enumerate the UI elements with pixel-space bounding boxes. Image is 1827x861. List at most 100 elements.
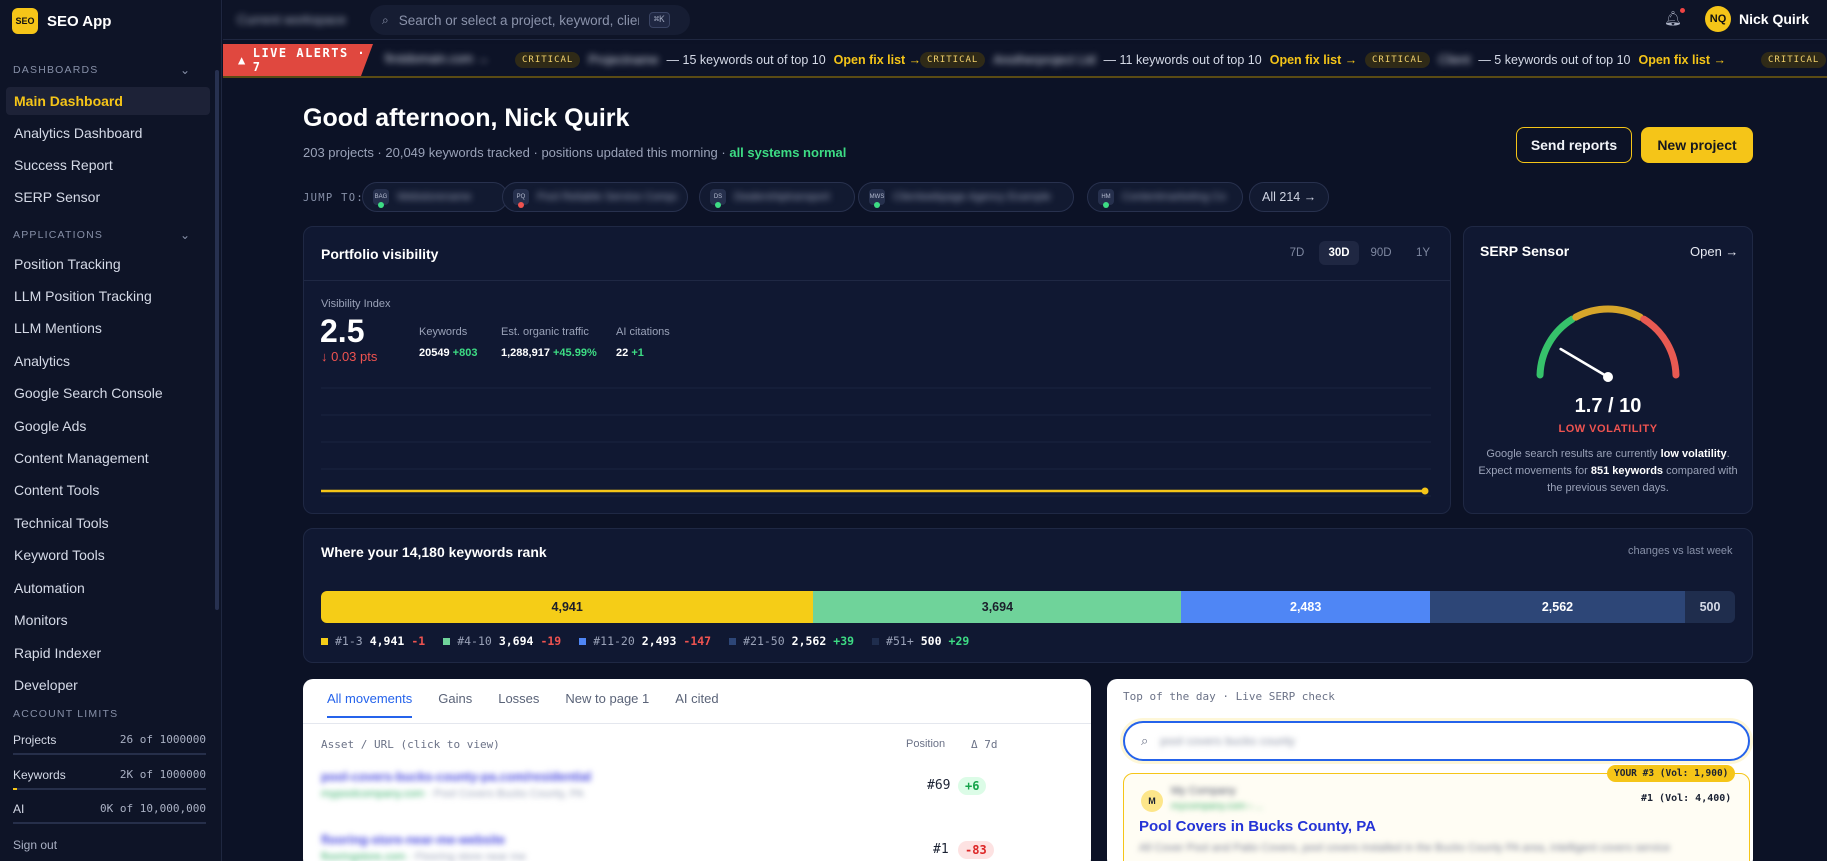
rank-segment-2[interactable]: 3,694 — [813, 591, 1182, 623]
metric-value: 1,288,917 +45.99% — [501, 347, 597, 359]
global-search[interactable]: ⌕ ⌘K — [370, 5, 690, 35]
sidebar-item-content-tools[interactable]: Content Tools — [6, 476, 210, 504]
column-position: Position — [906, 738, 946, 750]
metric-organic-traffic: Est. organic traffic 1,288,917 +45.99% — [501, 326, 597, 359]
serp-check-header: Top of the day · Live SERP check — [1123, 690, 1335, 703]
critical-badge: CRITICAL — [1365, 52, 1431, 68]
sidebar-item-rapid-indexer[interactable]: Rapid Indexer — [6, 639, 210, 667]
range-90d[interactable]: 90D — [1361, 241, 1401, 265]
alert-site: firstdomain.com → — [385, 52, 490, 66]
sidebar-item-llm-mentions[interactable]: LLM Mentions — [6, 314, 210, 342]
user-name[interactable]: Nick Quirk — [1739, 11, 1809, 27]
open-fix-list-link[interactable]: Open fix list → — [834, 53, 922, 67]
jump-all-button[interactable]: All 214 → — [1249, 182, 1330, 212]
sidebar-item-success-report[interactable]: Success Report — [6, 151, 210, 179]
gauge-pivot — [1603, 372, 1613, 382]
alert-item[interactable]: CRITICAL — [1761, 52, 1827, 68]
sidebar-item-serp-sensor[interactable]: SERP Sensor — [6, 183, 210, 211]
jump-chip[interactable]: MWS Clientwebpage Agency Example — [858, 182, 1074, 212]
chip-label: Clientwebpage Agency Example — [893, 191, 1051, 203]
sidebar-item-position-tracking[interactable]: Position Tracking — [6, 250, 210, 278]
chip-label: Pool Reliable Service Company — [537, 191, 677, 203]
sidebar-item-automation[interactable]: Automation — [6, 574, 210, 602]
legend-swatch — [443, 637, 451, 645]
sidebar-item-technical-tools[interactable]: Technical Tools — [6, 509, 210, 537]
sidebar-scrollbar[interactable] — [215, 70, 219, 610]
alert-item[interactable]: CRITICAL Anotherproject Ltd — 11 keyword… — [920, 52, 1357, 68]
tab-new-to-page-1[interactable]: New to page 1 — [565, 691, 649, 718]
keyword-text: Pool Covers Bucks County, PA — [433, 788, 584, 800]
rank-segment-4[interactable]: 2,562 — [1429, 591, 1686, 623]
domain-text: mypoolcompany.com — [321, 788, 425, 800]
sign-out-link[interactable]: Sign out — [13, 838, 57, 852]
sidebar-item-analytics-dashboard[interactable]: Analytics Dashboard — [6, 119, 210, 147]
range-1y[interactable]: 1Y — [1403, 241, 1443, 265]
sidebar-item-keyword-tools[interactable]: Keyword Tools — [6, 541, 210, 569]
open-fix-list-link[interactable]: Open fix list → — [1270, 53, 1358, 67]
brand[interactable]: SEO SEO App — [12, 8, 111, 34]
sidebar-item-monitors[interactable]: Monitors — [6, 606, 210, 634]
sidebar-item-llm-position-tracking[interactable]: LLM Position Tracking — [6, 282, 210, 310]
jump-chip[interactable]: DS Dealershiptransport — [699, 182, 855, 212]
bell-icon[interactable]: 🔔︎ — [1664, 10, 1682, 27]
tab-gains[interactable]: Gains — [438, 691, 472, 718]
legend-swatch — [729, 637, 737, 645]
tab-all-movements[interactable]: All movements — [327, 691, 413, 718]
alert-site: Anotherproject Ltd — [993, 53, 1096, 67]
movement-url[interactable]: flooring-store-near-me-website — [321, 833, 505, 847]
alert-site: Client — [1438, 53, 1471, 67]
sidebar-item-google-ads[interactable]: Google Ads — [6, 412, 210, 440]
domain-text: flooringstore.com — [321, 851, 406, 861]
sidebar-item-main-dashboard[interactable]: Main Dashboard — [6, 87, 210, 115]
alert-item[interactable]: CRITICAL Projectname — 15 keywords out o… — [515, 52, 921, 68]
legend-delta: -19 — [540, 634, 562, 648]
range-30d[interactable]: 30D — [1319, 241, 1359, 265]
your-rank-badge: YOUR #3 (Vol: 1,900) — [1607, 765, 1736, 782]
rank-segment-1[interactable]: 4,941 — [321, 591, 814, 623]
limit-label: Keywords — [13, 768, 66, 782]
result-title[interactable]: Pool Covers in Bucks County, PA — [1139, 818, 1376, 835]
alert-item[interactable]: CRITICAL Client — 5 keywords out of top … — [1365, 52, 1726, 68]
movement-position: #69 — [927, 778, 951, 793]
desc-low: low volatility — [1660, 448, 1727, 460]
chevron-down-icon[interactable]: ⌄ — [180, 63, 190, 77]
legend-delta: +29 — [948, 634, 970, 648]
legend-value: 2,562 — [791, 634, 827, 648]
jump-chip[interactable]: HM Contentmarketing Co — [1087, 182, 1243, 212]
sidebar-item-analytics[interactable]: Analytics — [6, 347, 210, 375]
range-selector: 7D 30D 90D 1Y — [1277, 241, 1443, 265]
project-icon: DS — [710, 189, 726, 208]
avatar[interactable]: NQ — [1705, 6, 1731, 32]
project-icon-text: PQ — [516, 194, 526, 200]
movement-url[interactable]: pool-covers-bucks-county-pa.com/resident… — [321, 770, 591, 784]
tab-losses[interactable]: Losses — [498, 691, 539, 718]
project-icon: BAG — [373, 189, 389, 208]
range-7d[interactable]: 7D — [1277, 241, 1317, 265]
chevron-down-icon[interactable]: ⌄ — [180, 228, 190, 242]
metric-label: AI citations — [616, 326, 670, 338]
series-end-point[interactable] — [1421, 487, 1429, 495]
sidebar-item-developer[interactable]: Developer — [6, 671, 210, 699]
live-alerts-ticker: ▲ LIVE ALERTS · 7 firstdomain.com → CRIT… — [223, 44, 1827, 78]
subline-text: 203 projects · 20,049 keywords tracked ·… — [303, 145, 730, 160]
status-dot — [1103, 202, 1109, 208]
sidebar-item-content-management[interactable]: Content Management — [6, 444, 210, 472]
tab-ai-cited[interactable]: AI cited — [675, 691, 718, 718]
jump-chip[interactable]: PQ Pool Reliable Service Company — [502, 182, 688, 212]
search-icon: ⌕ — [1141, 733, 1149, 748]
limit-value: 26 of 1000000 — [119, 733, 206, 746]
jump-chip[interactable]: BAG Webstorename — [362, 182, 508, 212]
serp-search-box[interactable]: ⌕ pool covers bucks county — [1123, 721, 1750, 761]
rank-segment-3[interactable]: 2,483 — [1181, 591, 1430, 623]
workspace-switcher[interactable]: Current workspace — [237, 12, 346, 27]
open-fix-list-link[interactable]: Open fix list → — [1639, 53, 1727, 67]
send-reports-button[interactable]: Send reports — [1516, 127, 1632, 163]
alert-lead[interactable]: firstdomain.com → — [385, 52, 489, 66]
metric-delta: +45.99% — [553, 347, 597, 359]
serp-sensor-open-link[interactable]: Open → — [1690, 244, 1738, 259]
sidebar-item-google-search-console[interactable]: Google Search Console — [6, 379, 210, 407]
rank-segment-5[interactable]: 500 — [1685, 591, 1735, 623]
new-project-button[interactable]: New project — [1641, 127, 1753, 163]
status-dot — [874, 202, 880, 208]
search-input[interactable] — [398, 12, 639, 28]
